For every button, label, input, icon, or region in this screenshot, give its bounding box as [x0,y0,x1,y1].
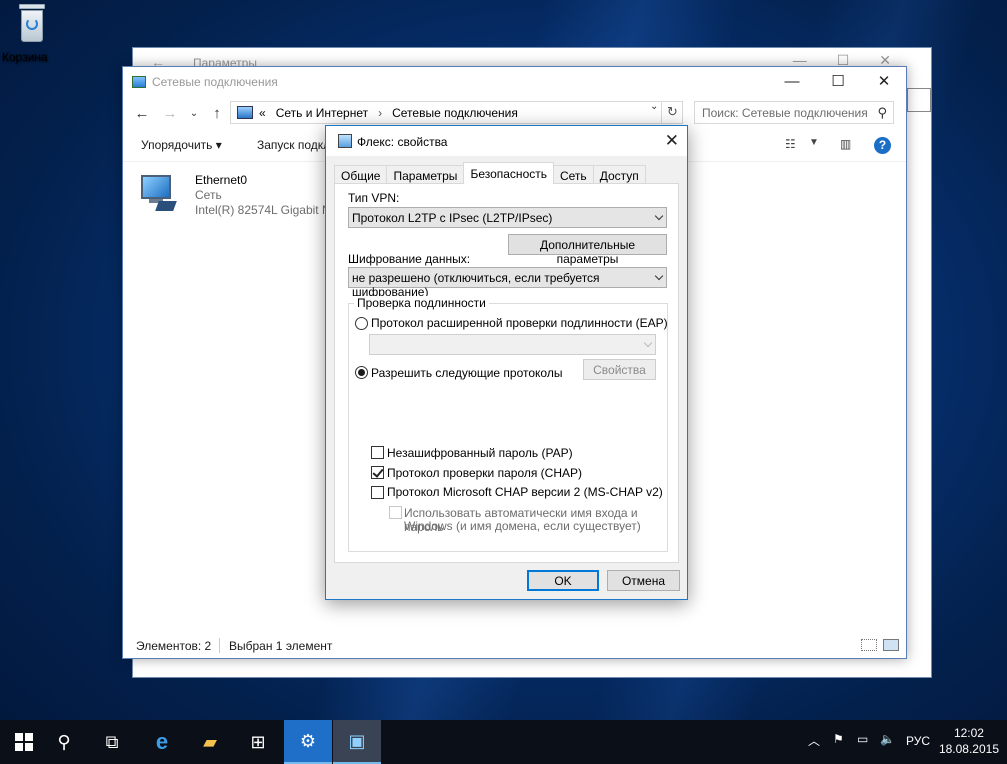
pap-checkbox-label[interactable]: Незашифрованный пароль (PAP) [387,446,573,460]
refresh-icon[interactable]: ↻ [661,101,683,124]
allow-protocols-radio[interactable] [355,366,368,379]
pap-checkbox[interactable] [371,446,384,459]
tab-general[interactable]: Общие [334,165,388,184]
dialog-close-icon[interactable]: ✕ [665,131,679,151]
autologon-checkbox[interactable] [389,506,402,519]
authentication-group-title: Проверка подлинности [354,296,489,310]
launch-connection-button[interactable]: Запуск подкл [257,138,330,152]
details-view-icon[interactable] [861,639,877,651]
view-options-icon[interactable]: ☷ [785,137,796,151]
vpn-properties-dialog: Флекс: свойства ✕ Общие Параметры Безопа… [325,125,688,600]
vpn-connection-icon [338,134,352,148]
chap-checkbox-label[interactable]: Протокол проверки пароля (CHAP) [387,466,582,480]
tab-security[interactable]: Безопасность [463,162,554,184]
clock-date: 18.08.2015 [938,742,999,756]
dialog-title: Флекс: свойства [357,135,448,149]
properties-button[interactable]: Свойства [583,359,656,380]
dialog-tabs: Общие Параметры Безопасность Сеть Доступ [334,162,646,184]
status-item-count: Элементов: 2 [136,639,212,653]
preview-pane-icon[interactable]: ▥ [840,137,851,151]
eap-radio[interactable] [355,317,368,330]
minimize-button[interactable]: — [769,67,815,97]
adapter-device: Intel(R) 82574L Gigabit Ne [195,203,338,217]
close-button[interactable]: ✕ [861,67,907,97]
status-bar: Элементов: 2 Выбран 1 элемент [123,633,906,658]
encryption-label: Шифрование данных: [348,252,471,266]
explorer-title: Сетевые подключения [152,75,278,89]
address-bar[interactable]: « Сеть и Интернет › Сетевые подключения [230,101,683,124]
tab-networking[interactable]: Сеть [552,165,594,184]
ok-button[interactable]: OK [527,570,599,591]
network-status-icon[interactable]: ▭ [857,732,868,764]
back-icon[interactable]: ← [131,103,153,125]
autologon-label-line2: Windows (и имя домена, если существует) [404,519,641,533]
breadcrumb-network-connections[interactable]: Сетевые подключения [392,106,518,120]
allow-protocols-label[interactable]: Разрешить следующие протоколы [371,366,562,380]
help-icon[interactable]: ? [874,137,891,154]
status-selected: Выбран 1 элемент [229,639,333,653]
breadcrumb-prefix[interactable]: « [259,106,266,120]
view-dropdown-icon[interactable]: ▼ [809,137,819,148]
recycle-bin-shortcut[interactable]: Корзина [2,2,62,64]
chap-checkbox[interactable] [371,466,384,479]
vpn-type-select[interactable]: Протокол L2TP с IPsec (L2TP/IPsec) [348,207,667,228]
up-icon[interactable]: ↑ [206,103,228,125]
forward-icon[interactable]: → [159,103,181,125]
tab-sharing[interactable]: Доступ [592,165,646,184]
store-icon[interactable]: ⊞ [234,720,282,764]
search-icon: ⚲ [877,105,887,120]
tab-options[interactable]: Параметры [386,165,465,184]
settings-taskbar-icon[interactable]: ⚙ [284,720,332,764]
network-connections-taskbar-icon[interactable]: ▣ [333,720,381,764]
mschap-checkbox-label[interactable]: Протокол Microsoft CHAP версии 2 (MS-CHA… [387,485,663,499]
security-tab-panel: Тип VPN: Протокол L2TP с IPsec (L2TP/IPs… [334,183,679,563]
adapter-network: Сеть [195,188,222,202]
search-input[interactable]: Поиск: Сетевые подключения ⚲ [694,101,894,124]
windows-logo-icon [15,733,33,751]
network-adapter-item[interactable]: Ethernet0 Сеть Intel(R) 82574L Gigabit N… [139,173,337,218]
task-view-icon[interactable]: ⧉ [88,720,136,764]
encryption-select[interactable]: не разрешено (отключиться, если требуетс… [348,267,667,299]
eap-method-select[interactable] [369,334,656,355]
chevron-down-icon [654,211,664,221]
edge-icon[interactable]: e [138,720,186,764]
network-adapter-icon [139,173,177,217]
language-indicator[interactable]: РУС [906,734,930,764]
recycle-bin-label: Корзина [2,50,48,64]
action-center-flag-icon[interactable]: ⚑ [833,732,844,764]
file-explorer-icon[interactable]: ▰ [186,720,234,764]
cancel-button[interactable]: Отмена [607,570,680,591]
address-dropdown-icon[interactable]: ⌄ [650,101,658,112]
maximize-button[interactable]: ☐ [815,67,861,97]
clock-time: 12:02 [953,726,984,740]
settings-search-button[interactable] [907,88,931,112]
search-taskbar-icon[interactable]: ⚲ [40,720,88,764]
vpn-type-label: Тип VPN: [348,191,400,205]
volume-icon[interactable]: 🔈 [880,732,895,764]
control-panel-icon [237,106,253,119]
organize-menu[interactable]: Упорядочить ▾ [141,138,222,152]
large-icons-view-icon[interactable] [883,639,899,651]
show-hidden-icons-icon[interactable]: ︿ [808,732,820,764]
breadcrumb-separator-icon[interactable]: › [378,106,382,120]
chevron-down-icon [643,338,653,348]
clock[interactable]: 12:02 18.08.2015 [939,725,999,757]
network-connections-icon [132,76,146,88]
eap-radio-label[interactable]: Протокол расширенной проверки подлинност… [371,316,668,330]
mschap-checkbox[interactable] [371,486,384,499]
adapter-name: Ethernet0 [195,173,248,187]
breadcrumb-network-internet[interactable]: Сеть и Интернет [276,106,368,120]
taskbar: ⚲ ⧉ e ▰ ⊞ ⚙ ▣ ︿ ⚑ ▭ 🔈 РУС 12:02 18.08.20… [0,720,1007,764]
recycle-bin-icon [15,2,49,46]
recent-dropdown-icon[interactable]: ⌄ [183,103,205,125]
chevron-down-icon [654,271,664,281]
search-placeholder: Поиск: Сетевые подключения [702,106,868,120]
advanced-settings-button[interactable]: Дополнительные параметры [508,234,667,266]
